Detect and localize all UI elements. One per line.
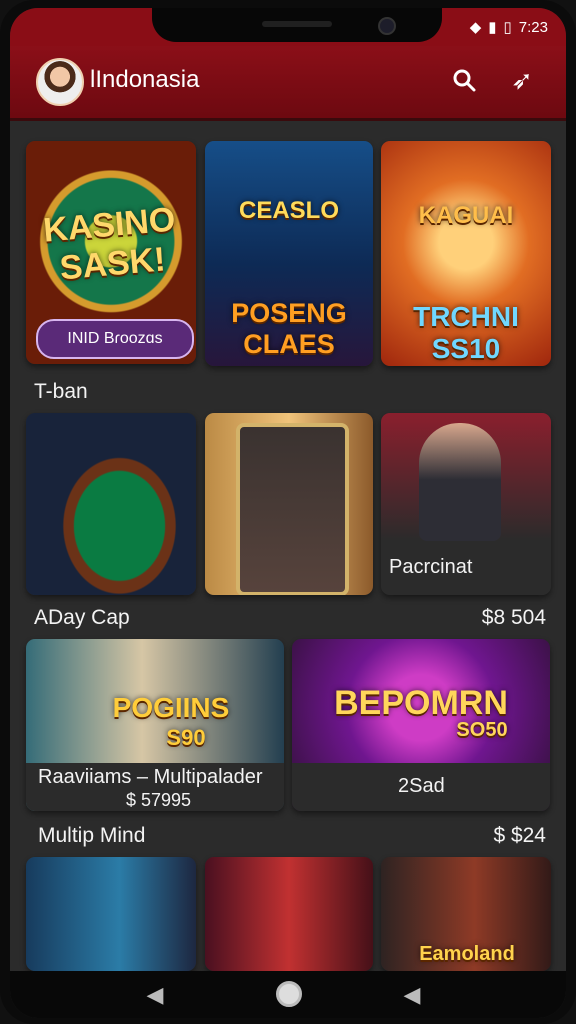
system-navigation-bar: ◀ ◀ — [10, 971, 566, 1018]
game-card-ceaslo[interactable]: CEASLO POSENG CLAES — [205, 141, 373, 366]
speaker — [262, 21, 332, 27]
section-price: $8 504 — [481, 606, 546, 629]
card-title: Eamoland — [419, 943, 515, 965]
status-icons: ◆ ▮ ▯ 7:23 — [469, 18, 548, 37]
section-label: Multip Mind — [38, 824, 146, 847]
game-card-slot[interactable] — [205, 413, 373, 595]
card-caption: 2Sad — [398, 775, 445, 797]
card-title: KAGUAI — [418, 202, 514, 229]
game-card-lower-1[interactable] — [26, 857, 196, 971]
game-card-lower-2[interactable] — [205, 857, 373, 971]
phone-frame: ◆ ▮ ▯ 7:23 lIndonasia ➶ KASINO SASK! INI… — [0, 0, 576, 1024]
card-title: BEPOMRN — [334, 684, 508, 722]
game-card-kasino[interactable]: KASINO SASK! INID Bɾoozɑs — [26, 141, 196, 364]
camera-notch — [152, 8, 442, 42]
section-label: T-ban — [34, 380, 88, 403]
battery-icon: ▯ — [503, 19, 512, 36]
promo-pill[interactable]: INID Bɾoozɑs — [36, 319, 194, 359]
app-title: lIndonasia — [90, 66, 200, 93]
card-subtitle: POSENG CLAES — [231, 298, 347, 359]
card-subtitle: SO50 — [456, 719, 508, 741]
card-subtitle: S90 — [166, 725, 206, 750]
wifi-icon: ◆ — [469, 19, 482, 36]
game-card-eamoland[interactable]: Eamoland — [381, 857, 551, 971]
signal-icon: ▮ — [488, 19, 497, 36]
status-time: 7:23 — [518, 18, 548, 36]
back-icon[interactable]: ◀ — [143, 983, 167, 1007]
card-title: POGIINS — [112, 692, 230, 723]
slot-machine-image — [236, 423, 349, 595]
app-bar: lIndonasia ➶ — [10, 46, 566, 121]
card-title: KASINO SASK! — [41, 200, 177, 288]
game-card-pogiins[interactable]: POGIINS S90 Raaviiams – Multipalader $ 5… — [26, 639, 284, 811]
section-label: ADay Cap — [34, 606, 130, 629]
home-icon — [276, 981, 302, 1007]
card-subtitle: TRCHNI SS10 — [413, 301, 519, 364]
avatar[interactable] — [36, 58, 84, 106]
screen: ◆ ▮ ▯ 7:23 lIndonasia ➶ KASINO SASK! INI… — [10, 8, 566, 1018]
status-bar: ◆ ▮ ▯ 7:23 — [10, 8, 566, 46]
card-caption-price: $ 57995 — [126, 790, 192, 810]
game-feed[interactable]: KASINO SASK! INID Bɾoozɑs CEASLO POSENG … — [10, 121, 566, 971]
section-price: $ $24 — [493, 824, 546, 847]
search-icon[interactable] — [452, 68, 476, 92]
game-card-table[interactable] — [26, 413, 196, 595]
card-caption: Raaviiams – Multipalader — [38, 766, 263, 788]
card-title: CEASLO — [238, 197, 339, 224]
game-card-pacrcinat[interactable]: Pacrcinat — [381, 413, 551, 595]
game-card-bepomrn[interactable]: BEPOMRN SO50 2Sad — [292, 639, 550, 811]
rocket-icon[interactable]: ➶ — [508, 66, 536, 94]
camera — [378, 17, 396, 35]
card-caption: Pacrcinat — [389, 556, 473, 578]
game-card-kaguai[interactable]: KAGUAI TRCHNI SS10 — [381, 141, 551, 366]
recent-apps-icon[interactable]: ◀ — [400, 983, 424, 1007]
player-image — [419, 423, 501, 541]
home-button[interactable] — [276, 981, 302, 1007]
